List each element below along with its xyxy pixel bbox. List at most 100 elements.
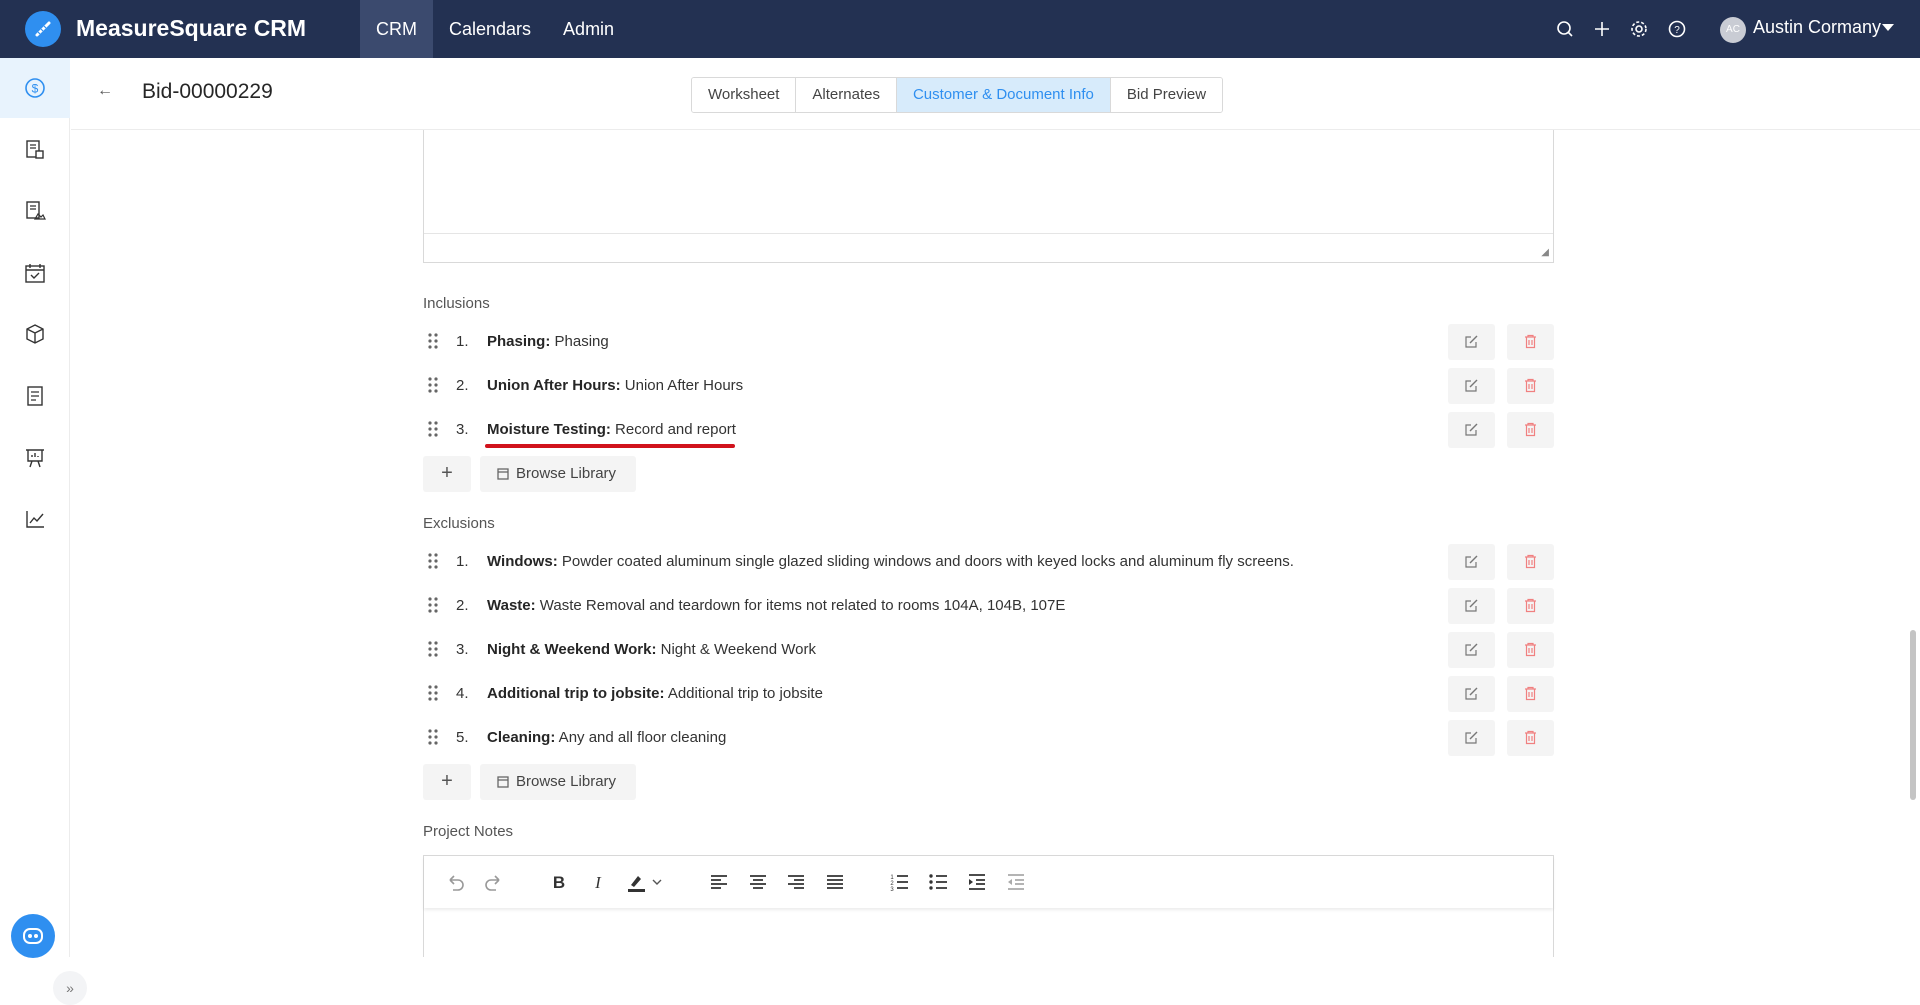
app-title: MeasureSquare CRM [76,15,307,41]
inclusion-row[interactable]: 2. Union After Hours: Union After Hours [423,368,1554,404]
chat-bot-icon [23,928,43,944]
user-name[interactable]: Austin Cormany [1753,17,1881,38]
edit-icon [1465,731,1478,744]
svg-text:B: B [553,873,565,892]
delete-button[interactable] [1507,632,1554,668]
italic-icon[interactable]: I [587,871,609,893]
document-box-icon [26,140,44,159]
drag-handle-icon[interactable] [427,420,439,438]
expand-sidebar-icon[interactable]: » [53,971,87,1005]
delete-button[interactable] [1507,324,1554,360]
edit-button[interactable] [1448,544,1495,580]
highlight-icon[interactable] [625,871,647,893]
item-description: Waste Removal and teardown for items not… [535,597,1066,614]
chevron-down-icon[interactable] [1882,24,1894,31]
resize-handle-icon[interactable]: ◢ [1541,247,1549,258]
add-inclusion-button[interactable]: + [423,456,471,492]
sidebar-item-bids[interactable]: $ [0,58,70,118]
numbered-list-icon[interactable]: 123 [888,871,910,893]
gear-icon[interactable] [1629,19,1649,39]
search-icon[interactable] [1555,19,1575,39]
drag-handle-icon[interactable] [427,376,439,394]
sidebar-item-estimates[interactable] [0,181,70,241]
drag-handle-icon[interactable] [427,332,439,350]
indent-icon[interactable] [966,871,988,893]
sidebar-item-documents[interactable] [0,366,70,426]
edit-button[interactable] [1448,632,1495,668]
drag-handle-icon[interactable] [427,684,439,702]
outdent-icon[interactable] [1005,871,1027,893]
delete-button[interactable] [1507,588,1554,624]
item-title: Moisture Testing: [487,421,611,438]
browse-library-button[interactable]: Browse Library [480,456,636,492]
scrollbar-thumb[interactable] [1910,630,1916,800]
item-title: Additional trip to jobsite: [487,685,665,702]
redo-icon[interactable] [483,871,505,893]
edit-button[interactable] [1448,368,1495,404]
exclusion-row[interactable]: 2. Waste: Waste Removal and teardown for… [423,588,1554,624]
edit-button[interactable] [1448,720,1495,756]
highlight-underline [485,444,735,448]
align-left-icon[interactable] [708,871,730,893]
add-icon[interactable] [1592,19,1612,39]
assistant-button[interactable] [11,914,55,958]
chevron-down-icon[interactable] [650,871,664,893]
tab-alternates[interactable]: Alternates [796,78,897,112]
item-description: Union After Hours [620,377,744,394]
edit-icon [1465,643,1478,656]
delete-button[interactable] [1507,412,1554,448]
sidebar-item-products[interactable] [0,120,70,180]
item-number: 5. [456,729,469,746]
exclusion-row[interactable]: 5. Cleaning: Any and all floor cleaning [423,720,1554,756]
align-right-icon[interactable] [785,871,807,893]
edit-button[interactable] [1448,676,1495,712]
drag-handle-icon[interactable] [427,596,439,614]
edit-button[interactable] [1448,412,1495,448]
item-text: Windows: Powder coated aluminum single g… [487,553,1294,570]
browse-library-label: Browse Library [516,465,617,482]
bullet-list-icon[interactable] [927,871,949,893]
delete-button[interactable] [1507,544,1554,580]
trash-icon [1525,554,1536,569]
scrollbar[interactable] [1906,130,1920,957]
exclusion-row[interactable]: 4. Additional trip to jobsite: Additiona… [423,676,1554,712]
browse-library-label: Browse Library [516,773,617,790]
add-exclusion-button[interactable]: + [423,764,471,800]
presentation-icon [26,449,44,468]
undo-icon[interactable] [444,871,466,893]
drag-handle-icon[interactable] [427,640,439,658]
delete-button[interactable] [1507,676,1554,712]
sidebar-item-calendar[interactable] [0,243,70,303]
exclusion-row[interactable]: 3. Night & Weekend Work: Night & Weekend… [423,632,1554,668]
nav-calendars[interactable]: Calendars [433,0,547,58]
trash-icon [1525,378,1536,393]
nav-admin[interactable]: Admin [547,0,630,58]
app-logo-icon[interactable] [25,11,61,47]
tab-worksheet[interactable]: Worksheet [692,78,797,112]
sidebar-item-presentations[interactable] [0,428,70,488]
edit-button[interactable] [1448,588,1495,624]
drag-handle-icon[interactable] [427,552,439,570]
project-notes-editor[interactable]: B I 123 [423,855,1554,957]
align-center-icon[interactable] [747,871,769,893]
avatar[interactable]: AC [1720,17,1746,43]
sidebar-item-inventory[interactable] [0,304,70,364]
edit-button[interactable] [1448,324,1495,360]
drag-handle-icon[interactable] [427,728,439,746]
item-title: Night & Weekend Work: [487,641,657,658]
inclusion-row[interactable]: 3. Moisture Testing: Record and report [423,412,1554,448]
tab-bid-preview[interactable]: Bid Preview [1110,78,1223,112]
notes-textarea[interactable]: ◢ [423,130,1554,263]
delete-button[interactable] [1507,368,1554,404]
exclusion-row[interactable]: 1. Windows: Powder coated aluminum singl… [423,544,1554,580]
delete-button[interactable] [1507,720,1554,756]
browse-library-button[interactable]: Browse Library [480,764,636,800]
bold-icon[interactable]: B [548,871,570,893]
inclusion-row[interactable]: 1. Phasing: Phasing [423,324,1554,360]
nav-crm[interactable]: CRM [360,0,433,58]
help-icon[interactable]: ? [1667,19,1687,39]
tab-customer-document-info[interactable]: Customer & Document Info [896,78,1111,112]
sidebar-item-reports[interactable] [0,489,70,549]
back-arrow-icon[interactable]: ← [97,82,113,100]
align-justify-icon[interactable] [824,871,846,893]
